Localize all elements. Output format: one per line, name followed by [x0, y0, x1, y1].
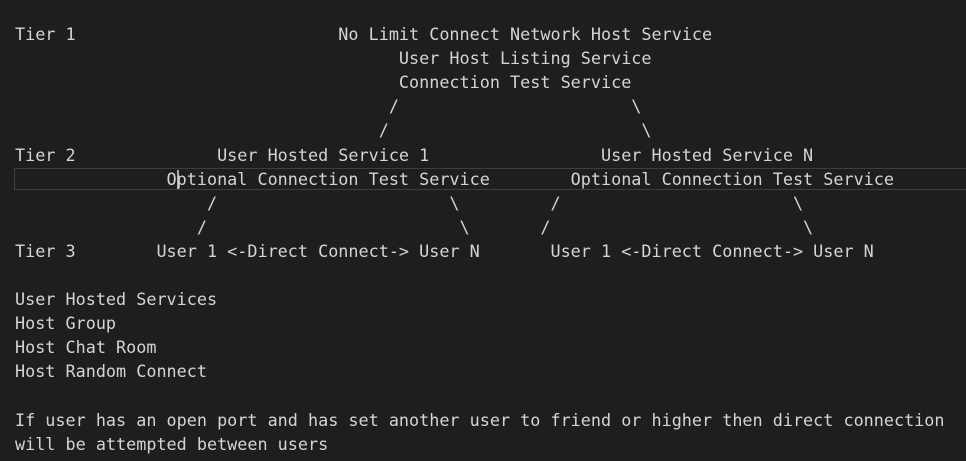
editor-line-2[interactable]: User Host Listing Service [15, 46, 652, 70]
editor-line-1[interactable]: Tier 1 No Limit Connect Network Host Ser… [15, 22, 712, 46]
editor-line-3[interactable]: Connection Test Service [15, 70, 631, 94]
editor-line-10[interactable]: Tier 3 User 1 <-Direct Connect-> User N … [15, 239, 874, 263]
editor-line-15[interactable]: Host Random Connect [15, 359, 207, 383]
editor-line-7[interactable]: Optional Connection Test Service Optiona… [15, 167, 894, 191]
code-editor[interactable]: Tier 1 No Limit Connect Network Host Ser… [0, 0, 966, 461]
editor-line-13[interactable]: Host Group [15, 311, 116, 335]
editor-line-8[interactable]: / \ / \ [15, 191, 803, 215]
editor-line-5[interactable]: / \ [15, 118, 652, 142]
editor-line-12[interactable]: User Hosted Services [15, 287, 217, 311]
editor-line-14[interactable]: Host Chat Room [15, 335, 156, 359]
editor-line-6[interactable]: Tier 2 User Hosted Service 1 User Hosted… [15, 143, 813, 167]
editor-line-4[interactable]: / \ [15, 94, 642, 118]
editor-line-17[interactable]: If user has an open port and has set ano… [15, 408, 945, 432]
editor-line-9[interactable]: / \ / \ [15, 215, 813, 239]
editor-line-18[interactable]: will be attempted between users [15, 432, 328, 456]
